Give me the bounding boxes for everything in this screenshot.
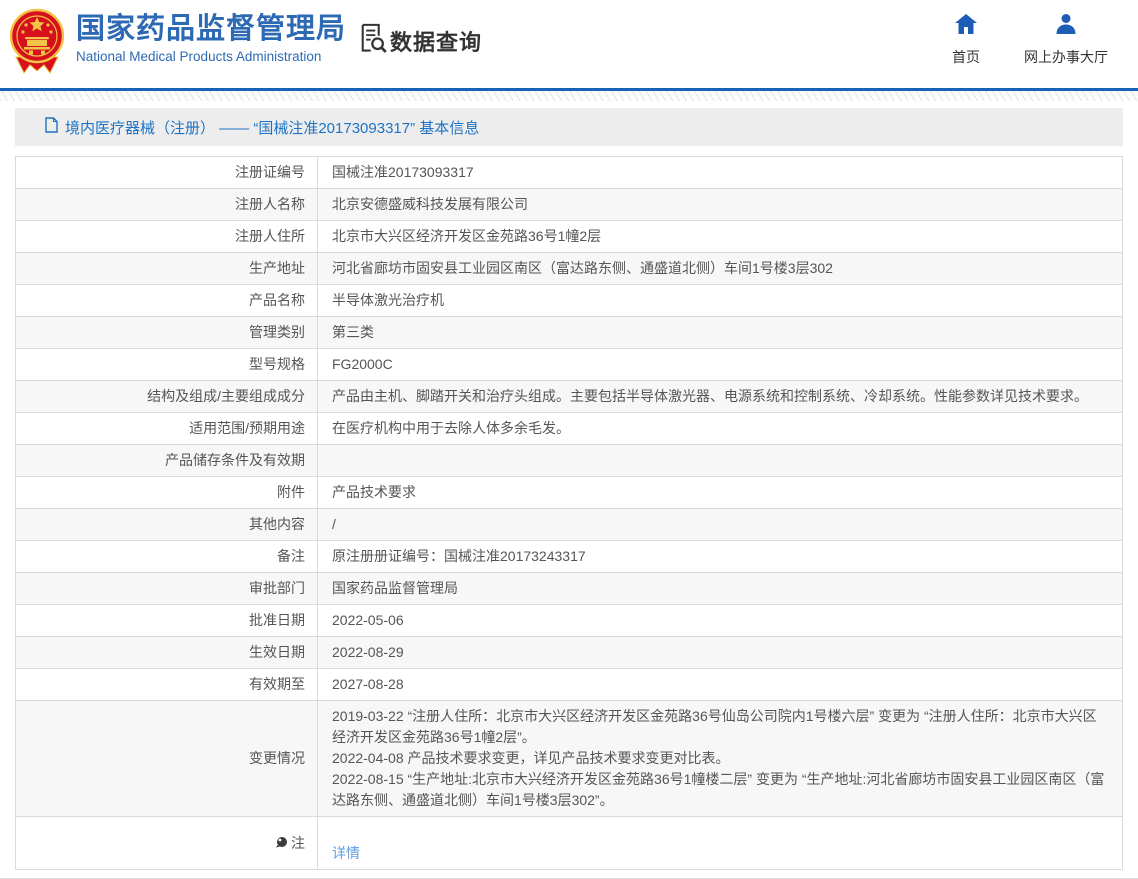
header: 国家药品监督管理局 National Medical Products Admi… [0,0,1138,88]
note-icon [276,833,288,854]
table-row: 变更情况 2019-03-22 “注册人住所：北京市大兴区经济开发区金苑路36号… [16,701,1123,817]
content-panel: 境内医疗器械（注册） —— “国械注准20173093317” 基本信息 注册证… [0,101,1138,879]
nav-item-service-hall[interactable]: 网上办事大厅 [1024,13,1108,67]
note-label: 注 [291,833,305,854]
brand-subtitle: National Medical Products Administration [76,49,346,64]
national-emblem-logo [10,7,64,75]
row-label: 附件 [16,477,318,509]
row-label: 型号规格 [16,349,318,381]
row-value: 2022-08-29 [318,637,1123,669]
row-label: 管理类别 [16,317,318,349]
row-label: 产品名称 [16,285,318,317]
table-row: 适用范围/预期用途 在医疗机构中用于去除人体多余毛发。 [16,413,1123,445]
table-row: 生效日期 2022-08-29 [16,637,1123,669]
row-label: 有效期至 [16,669,318,701]
row-label: 结构及组成/主要组成成分 [16,381,318,413]
row-value: 国家药品监督管理局 [318,573,1123,605]
row-label: 其他内容 [16,509,318,541]
document-search-icon [358,22,388,59]
row-value: 产品技术要求 [318,477,1123,509]
row-value: 在医疗机构中用于去除人体多余毛发。 [318,413,1123,445]
table-row: 注册人名称 北京安德盛威科技发展有限公司 [16,189,1123,221]
data-query-label: 数据查询 [390,25,482,57]
nav-item-home[interactable]: 首页 [952,13,980,67]
table-row: 附件 产品技术要求 [16,477,1123,509]
table-row: 有效期至 2027-08-28 [16,669,1123,701]
table-row: 注册人住所 北京市大兴区经济开发区金苑路36号1幢2层 [16,221,1123,253]
page-title-bar: 境内医疗器械（注册） —— “国械注准20173093317” 基本信息 [15,108,1123,146]
row-value: 河北省廊坊市固安县工业园区南区（富达路东侧、通盛道北侧）车间1号楼3层302 [318,253,1123,285]
row-value: 原注册册证编号：国械注准20173243317 [318,541,1123,573]
user-icon [1054,13,1078,40]
table-row: 注册证编号 国械注准20173093317 [16,157,1123,189]
info-table-body: 注册证编号 国械注准20173093317 注册人名称 北京安德盛威科技发展有限… [16,157,1123,870]
detail-link[interactable]: 详情 [332,845,360,861]
row-value: 北京市大兴区经济开发区金苑路36号1幢2层 [318,221,1123,253]
brand-title: 国家药品监督管理局 [76,13,346,45]
row-label: 注册人住所 [16,221,318,253]
row-label: 批准日期 [16,605,318,637]
hatched-strip [0,91,1138,101]
table-row: 备注 原注册册证编号：国械注准20173243317 [16,541,1123,573]
table-row: 审批部门 国家药品监督管理局 [16,573,1123,605]
table-row: 结构及组成/主要组成成分 产品由主机、脚踏开关和治疗头组成。主要包括半导体激光器… [16,381,1123,413]
row-label: 注册证编号 [16,157,318,189]
row-value: 2019-03-22 “注册人住所：北京市大兴区经济开发区金苑路36号仙岛公司院… [318,701,1123,817]
table-row: 批准日期 2022-05-06 [16,605,1123,637]
row-label: 生效日期 [16,637,318,669]
row-label: 适用范围/预期用途 [16,413,318,445]
data-query-button[interactable]: 数据查询 [358,22,482,59]
row-value: 国械注准20173093317 [318,157,1123,189]
nav-home-label: 首页 [952,47,980,67]
row-value: / [318,509,1123,541]
top-nav: 首页 网上办事大厅 [952,13,1108,67]
page-title: 境内医疗器械（注册） —— “国械注准20173093317” 基本信息 [65,117,479,138]
table-row: 其他内容 / [16,509,1123,541]
table-row: 管理类别 第三类 [16,317,1123,349]
row-label: 生产地址 [16,253,318,285]
row-value: 详情 [318,817,1123,870]
table-row: 产品名称 半导体激光治疗机 [16,285,1123,317]
row-label: 注 [16,817,318,870]
brand: 国家药品监督管理局 National Medical Products Admi… [76,13,346,64]
row-value: 2022-05-06 [318,605,1123,637]
table-row: 生产地址 河北省廊坊市固安县工业园区南区（富达路东侧、通盛道北侧）车间1号楼3层… [16,253,1123,285]
nav-hall-label: 网上办事大厅 [1024,47,1108,67]
row-value: FG2000C [318,349,1123,381]
row-value: 第三类 [318,317,1123,349]
row-label: 变更情况 [16,701,318,817]
row-label: 产品储存条件及有效期 [16,445,318,477]
row-label: 备注 [16,541,318,573]
table-row: 产品储存条件及有效期 [16,445,1123,477]
info-table: 注册证编号 国械注准20173093317 注册人名称 北京安德盛威科技发展有限… [15,156,1123,870]
row-value: 2027-08-28 [318,669,1123,701]
note-row: 注 详情 [16,817,1123,870]
row-value: 北京安德盛威科技发展有限公司 [318,189,1123,221]
row-value: 半导体激光治疗机 [318,285,1123,317]
table-row: 型号规格 FG2000C [16,349,1123,381]
row-label: 注册人名称 [16,189,318,221]
home-icon [954,13,978,40]
document-icon [45,117,58,138]
table-wrap: 注册证编号 国械注准20173093317 注册人名称 北京安德盛威科技发展有限… [15,156,1123,870]
row-label: 审批部门 [16,573,318,605]
row-value [318,445,1123,477]
row-value: 产品由主机、脚踏开关和治疗头组成。主要包括半导体激光器、电源系统和控制系统、冷却… [318,381,1123,413]
